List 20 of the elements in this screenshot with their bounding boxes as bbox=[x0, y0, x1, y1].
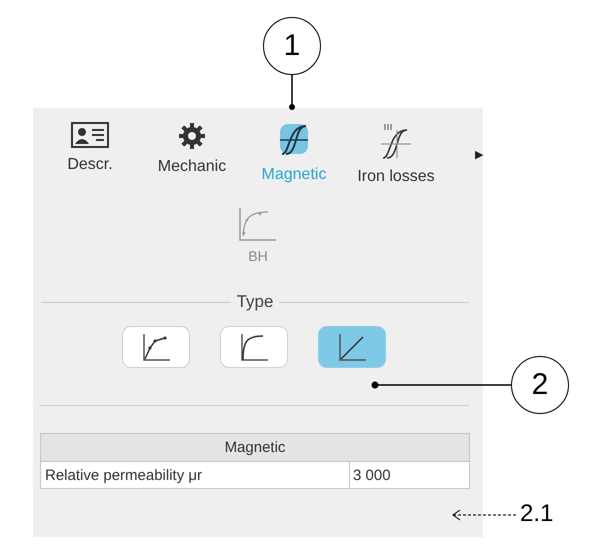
hysteresis-heat-icon bbox=[379, 122, 413, 160]
value-field[interactable]: 3 000 bbox=[350, 462, 469, 488]
gear-icon bbox=[178, 122, 206, 150]
table-cell: Relative permeability μr bbox=[41, 462, 350, 488]
leader-line bbox=[289, 74, 295, 111]
type-heading: Type bbox=[236, 292, 274, 312]
leader-line bbox=[451, 509, 517, 521]
curve-type-button[interactable] bbox=[220, 326, 288, 368]
tab[interactable]: Iron losses bbox=[345, 122, 447, 186]
callout-label: 2.1 bbox=[520, 500, 554, 528]
curve-type-button[interactable] bbox=[122, 326, 190, 368]
tab[interactable]: Descr. bbox=[39, 122, 141, 174]
table-header: Magnetic bbox=[41, 434, 469, 462]
callout-number: 2 bbox=[511, 356, 569, 414]
bh-label: BH bbox=[248, 248, 268, 264]
tab[interactable]: Mechanic bbox=[141, 122, 243, 176]
id-card-icon bbox=[71, 122, 109, 148]
callout-number: 1 bbox=[263, 17, 321, 75]
curve-type-button[interactable] bbox=[318, 326, 386, 368]
scroll-right-arrow[interactable]: ▶ bbox=[475, 148, 483, 161]
